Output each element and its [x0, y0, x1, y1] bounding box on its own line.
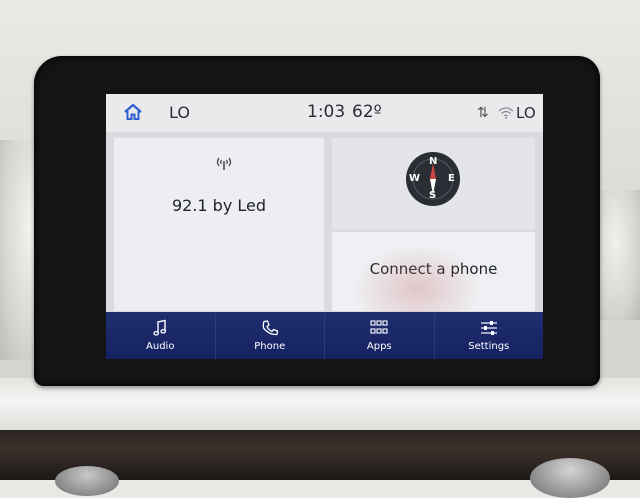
status-bar: LO 1:03 62º ⇅ LO [106, 94, 543, 132]
dashboard-right [600, 190, 640, 320]
radio-tile[interactable]: 92.1 by Led [114, 138, 324, 311]
bottom-nav: Audio Phone Apps Settings [106, 312, 543, 359]
home-icon[interactable] [123, 103, 143, 121]
nav-settings-label: Settings [468, 341, 510, 352]
wifi-icon [498, 107, 514, 119]
compass-west: W [409, 173, 421, 184]
compass-north: N [429, 156, 438, 167]
compass-east: E [448, 173, 455, 184]
knob-left [55, 466, 119, 496]
sliders-icon [480, 321, 497, 335]
data-transfer-icon: ⇅ [477, 105, 489, 121]
dashboard-trim [0, 378, 640, 438]
nav-phone-label: Phone [254, 341, 286, 352]
radio-station: 92.1 by Led [171, 196, 267, 215]
phone-icon [262, 320, 278, 336]
climate-left-setting[interactable]: LO [169, 103, 190, 122]
nav-apps-label: Apps [366, 341, 392, 352]
music-note-icon [153, 319, 167, 336]
apps-grid-icon [370, 320, 388, 334]
nav-audio-label: Audio [146, 341, 175, 352]
compass-tile: N E S W [332, 138, 535, 229]
antenna-icon [216, 157, 232, 170]
nav-apps[interactable]: Apps [325, 312, 435, 359]
clock: 1:03 [307, 102, 346, 122]
climate-right-setting[interactable]: LO [516, 104, 536, 122]
compass-south: S [429, 190, 437, 201]
nav-phone[interactable]: Phone [216, 312, 325, 359]
compass-icon: N E S W [406, 152, 460, 206]
knob-right [530, 458, 610, 498]
nav-settings[interactable]: Settings [435, 312, 544, 359]
outside-temperature: 62º [352, 102, 382, 122]
nav-audio[interactable]: Audio [106, 312, 216, 359]
infotainment-screen: LO 1:03 62º ⇅ LO 92.1 by Led N E S W Aud… [106, 94, 543, 359]
